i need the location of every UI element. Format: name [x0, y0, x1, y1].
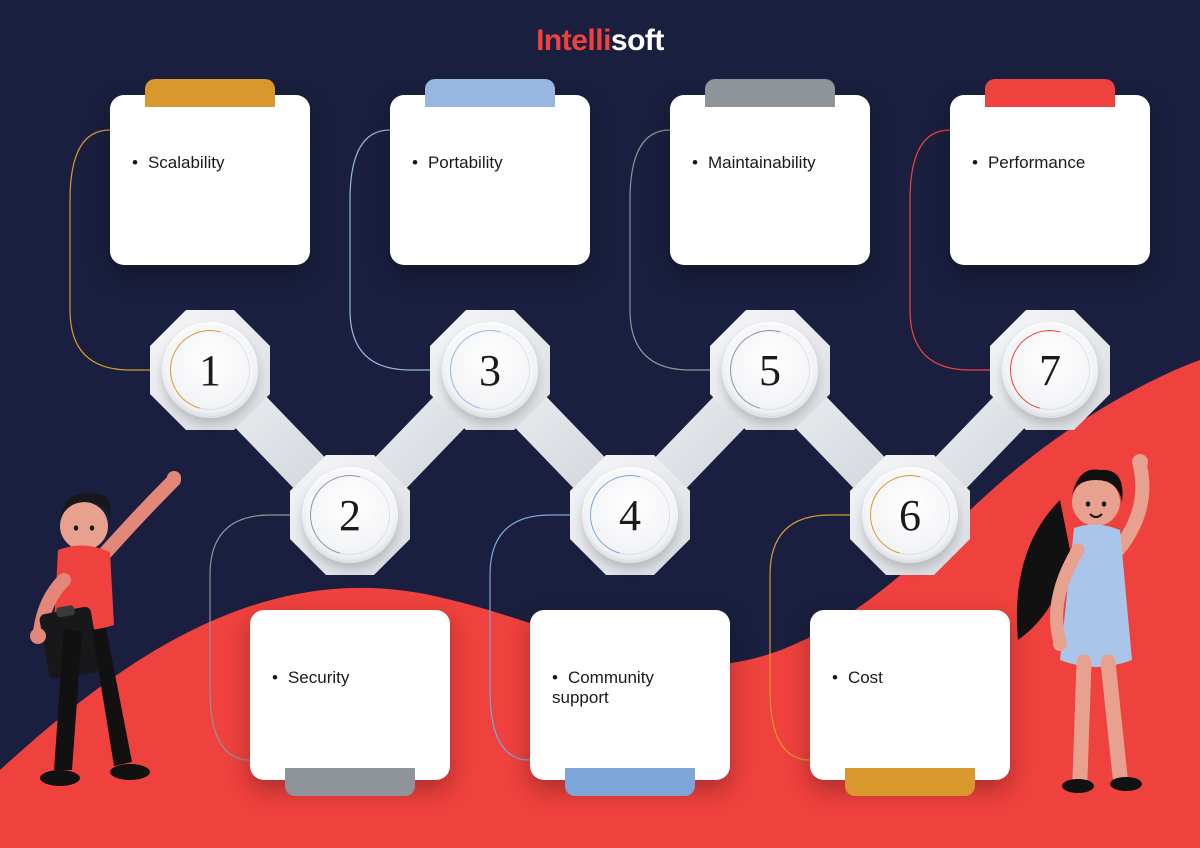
step-node-2: 2: [290, 455, 410, 575]
card-tab: [565, 768, 695, 796]
card-list: Maintainability: [692, 153, 848, 173]
card-tab: [145, 79, 275, 107]
card-list: Portability: [412, 153, 568, 173]
illustration-man: [14, 450, 204, 790]
card-list: Security: [272, 668, 428, 688]
node-disc: 5: [722, 322, 818, 418]
node-disc: 6: [862, 467, 958, 563]
node-number: 2: [339, 490, 361, 541]
card-item: Cost: [832, 668, 988, 688]
node-number: 5: [759, 345, 781, 396]
step-card-3: Portability: [390, 95, 590, 265]
brand-part1: Intelli: [536, 24, 611, 57]
card-item: Community support: [552, 668, 708, 708]
card-list: Community support: [552, 668, 708, 708]
brand-logo: Intellisoft: [536, 24, 664, 58]
step-node-6: 6: [850, 455, 970, 575]
card-item: Security: [272, 668, 428, 688]
card-tab: [425, 79, 555, 107]
step-card-2: Security: [250, 610, 450, 780]
node-number: 1: [199, 345, 221, 396]
step-card-1: Scalability: [110, 95, 310, 265]
node-number: 7: [1039, 345, 1061, 396]
card-item: Scalability: [132, 153, 288, 173]
card-tab: [285, 768, 415, 796]
card-tab: [985, 79, 1115, 107]
card-item: Maintainability: [692, 153, 848, 173]
step-card-6: Cost: [810, 610, 1010, 780]
card-tab: [845, 768, 975, 796]
brand-part2: soft: [611, 24, 664, 57]
step-card-7: Performance: [950, 95, 1150, 265]
step-card-4: Community support: [530, 610, 730, 780]
card-item: Performance: [972, 153, 1128, 173]
node-disc: 3: [442, 322, 538, 418]
card-tab: [705, 79, 835, 107]
step-card-5: Maintainability: [670, 95, 870, 265]
step-node-4: 4: [570, 455, 690, 575]
node-disc: 1: [162, 322, 258, 418]
node-number: 4: [619, 490, 641, 541]
step-node-1: 1: [150, 310, 270, 430]
node-disc: 4: [582, 467, 678, 563]
step-node-5: 5: [710, 310, 830, 430]
card-list: Performance: [972, 153, 1128, 173]
step-node-7: 7: [990, 310, 1110, 430]
illustration-woman: [1000, 430, 1190, 800]
step-node-3: 3: [430, 310, 550, 430]
card-item: Portability: [412, 153, 568, 173]
card-list: Cost: [832, 668, 988, 688]
node-number: 3: [479, 345, 501, 396]
node-number: 6: [899, 490, 921, 541]
node-disc: 2: [302, 467, 398, 563]
node-disc: 7: [1002, 322, 1098, 418]
card-list: Scalability: [132, 153, 288, 173]
